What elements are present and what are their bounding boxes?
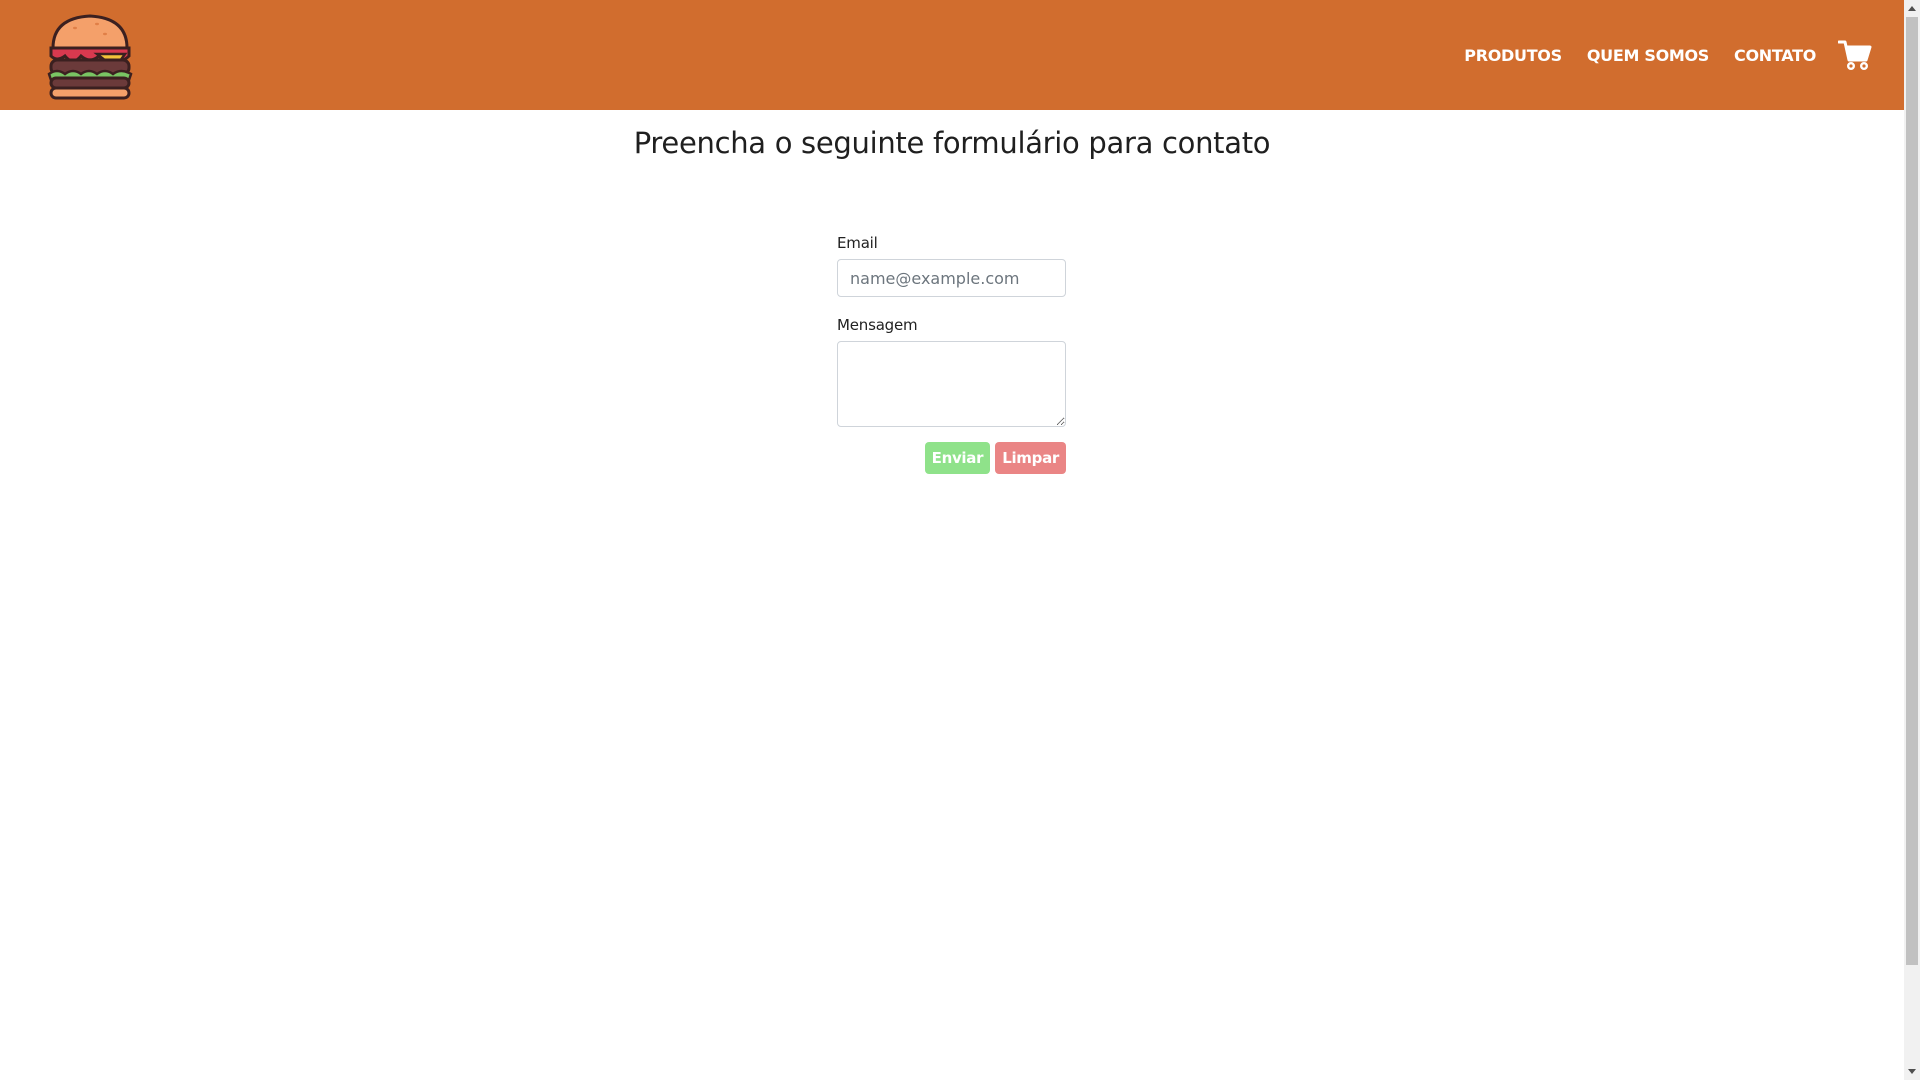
navbar: PRODUTOS QUEM SOMOS CONTATO (0, 0, 1904, 110)
send-button[interactable]: Enviar (924, 442, 991, 474)
message-label: Mensagem (837, 316, 918, 334)
nav-menu: PRODUTOS QUEM SOMOS CONTATO (1464, 0, 1816, 110)
message-textarea[interactable] (837, 341, 1066, 427)
shopping-cart-icon[interactable] (1837, 38, 1872, 72)
scroll-down-arrow-icon[interactable] (1904, 1064, 1920, 1080)
email-input[interactable] (837, 259, 1066, 297)
page: PRODUTOS QUEM SOMOS CONTATO Preencha o s… (0, 0, 1920, 1080)
nav-link-quem-somos[interactable]: QUEM SOMOS (1587, 46, 1710, 65)
form-buttons: Enviar Limpar (837, 442, 1066, 474)
burger-logo-icon[interactable] (45, 12, 135, 100)
nav-link-contato[interactable]: CONTATO (1734, 46, 1816, 65)
clear-button[interactable]: Limpar (995, 442, 1066, 474)
scroll-up-arrow-icon[interactable] (1904, 0, 1920, 16)
vertical-scrollbar[interactable] (1904, 0, 1920, 1080)
nav-link-produtos[interactable]: PRODUTOS (1464, 46, 1562, 65)
scrollbar-thumb[interactable] (1906, 17, 1918, 965)
email-label: Email (837, 234, 878, 252)
contact-form: Email Mensagem Enviar Limpar (837, 234, 1067, 474)
page-title: Preencha o seguinte formulário para cont… (633, 126, 1271, 160)
